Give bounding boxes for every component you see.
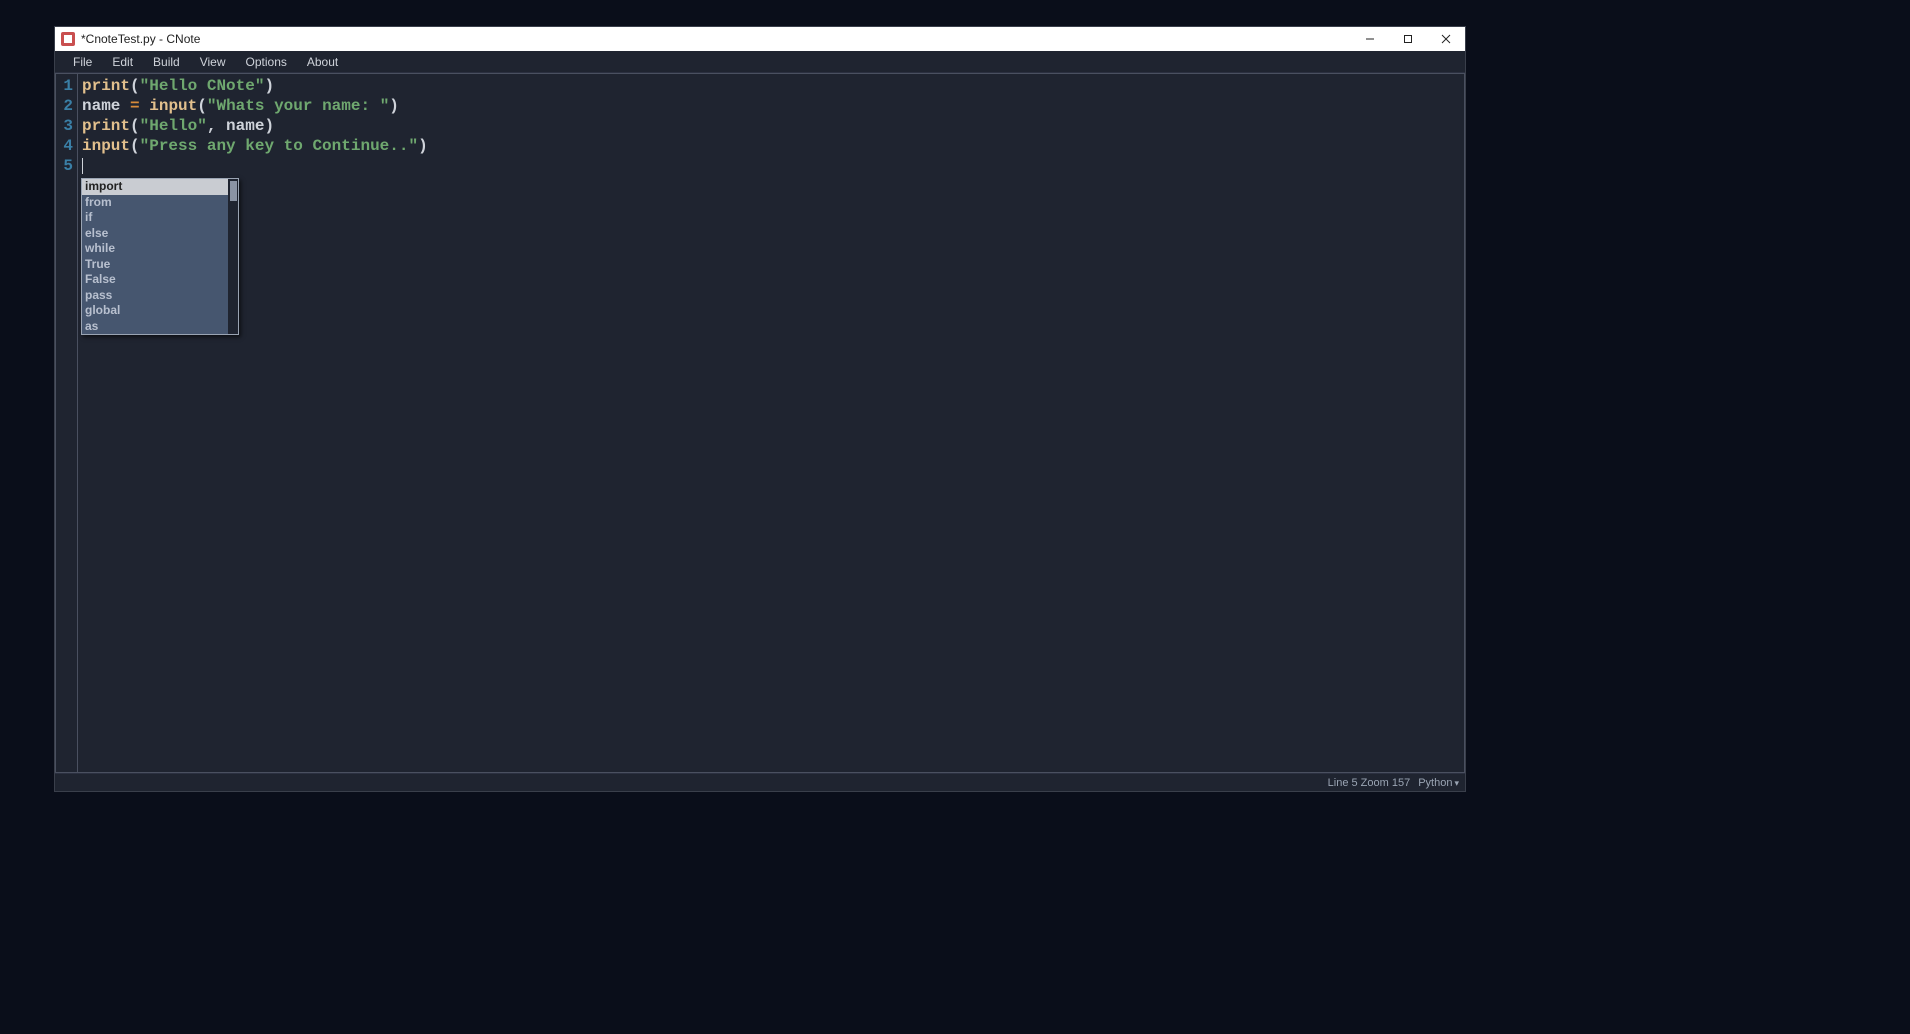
code-token: ) bbox=[264, 77, 274, 95]
menu-build[interactable]: Build bbox=[143, 53, 190, 71]
statusbar: Line 5 Zoom 157 Python▾ bbox=[55, 773, 1465, 791]
autocomplete-item[interactable]: if bbox=[82, 210, 238, 226]
autocomplete-scrollbar[interactable] bbox=[228, 179, 238, 334]
code-token: print bbox=[82, 117, 130, 135]
code-token: ( bbox=[130, 137, 140, 155]
code-token: "Hello CNote" bbox=[140, 77, 265, 95]
line-number: 3 bbox=[56, 116, 77, 136]
minimize-icon bbox=[1365, 34, 1375, 44]
code-line[interactable]: print("Hello", name) bbox=[82, 116, 1464, 136]
text-cursor bbox=[82, 158, 83, 174]
code-token: ( bbox=[130, 77, 140, 95]
code-token: "Hello" bbox=[140, 117, 207, 135]
code-line[interactable] bbox=[82, 156, 1464, 176]
autocomplete-item[interactable]: else bbox=[82, 226, 238, 242]
line-number: 4 bbox=[56, 136, 77, 156]
code-token: print bbox=[82, 77, 130, 95]
minimize-button[interactable] bbox=[1351, 27, 1389, 51]
code-token: name bbox=[226, 117, 264, 135]
code-line[interactable]: input("Press any key to Continue..") bbox=[82, 136, 1464, 156]
autocomplete-item[interactable]: global bbox=[82, 303, 238, 319]
code-token: ) bbox=[389, 97, 399, 115]
code-line[interactable]: print("Hello CNote") bbox=[82, 76, 1464, 96]
status-language-selector[interactable]: Python▾ bbox=[1418, 777, 1459, 789]
code-token: ( bbox=[197, 97, 207, 115]
line-number: 2 bbox=[56, 96, 77, 116]
editor[interactable]: 1 2 3 4 5 print("Hello CNote")name = inp… bbox=[55, 73, 1465, 773]
autocomplete-item[interactable]: as bbox=[82, 319, 238, 335]
line-number: 1 bbox=[56, 76, 77, 96]
status-language-label: Python bbox=[1418, 777, 1452, 789]
autocomplete-popup[interactable]: importfromifelsewhileTrueFalsepassglobal… bbox=[81, 178, 239, 335]
menu-view[interactable]: View bbox=[190, 53, 236, 71]
autocomplete-item[interactable]: import bbox=[82, 179, 238, 195]
autocomplete-item[interactable]: from bbox=[82, 195, 238, 211]
status-line-info: Line 5 Zoom 157 bbox=[1328, 777, 1411, 789]
code-line[interactable]: name = input("Whats your name: ") bbox=[82, 96, 1464, 116]
titlebar[interactable]: *CnoteTest.py - CNote bbox=[55, 27, 1465, 51]
code-token: ( bbox=[130, 117, 140, 135]
menu-about[interactable]: About bbox=[297, 53, 348, 71]
menubar: File Edit Build View Options About bbox=[55, 51, 1465, 73]
code-token: "Whats your name: " bbox=[207, 97, 389, 115]
code-token bbox=[140, 97, 150, 115]
code-token: name bbox=[82, 97, 120, 115]
code-token: input bbox=[149, 97, 197, 115]
menu-file[interactable]: File bbox=[63, 53, 102, 71]
code-token: = bbox=[130, 97, 140, 115]
code-token: input bbox=[82, 137, 130, 155]
close-button[interactable] bbox=[1427, 27, 1465, 51]
window-controls bbox=[1351, 27, 1465, 51]
maximize-icon bbox=[1403, 34, 1413, 44]
code-token: "Press any key to Continue.." bbox=[140, 137, 418, 155]
autocomplete-item[interactable]: while bbox=[82, 241, 238, 257]
autocomplete-item[interactable]: True bbox=[82, 257, 238, 273]
code-token: ) bbox=[418, 137, 428, 155]
code-token: ) bbox=[264, 117, 274, 135]
autocomplete-item[interactable]: pass bbox=[82, 288, 238, 304]
autocomplete-item[interactable]: False bbox=[82, 272, 238, 288]
chevron-down-icon: ▾ bbox=[1454, 778, 1459, 788]
maximize-button[interactable] bbox=[1389, 27, 1427, 51]
code-token: , bbox=[207, 117, 226, 135]
app-icon bbox=[61, 32, 75, 46]
app-window: *CnoteTest.py - CNote File Edit Build Vi… bbox=[54, 26, 1466, 792]
line-gutter: 1 2 3 4 5 bbox=[56, 74, 78, 772]
code-area[interactable]: print("Hello CNote")name = input("Whats … bbox=[78, 74, 1464, 772]
menu-edit[interactable]: Edit bbox=[102, 53, 143, 71]
menu-options[interactable]: Options bbox=[236, 53, 297, 71]
close-icon bbox=[1441, 34, 1451, 44]
window-title: *CnoteTest.py - CNote bbox=[81, 32, 200, 46]
line-number: 5 bbox=[56, 156, 77, 176]
autocomplete-scroll-thumb[interactable] bbox=[230, 181, 237, 201]
code-token bbox=[120, 97, 130, 115]
